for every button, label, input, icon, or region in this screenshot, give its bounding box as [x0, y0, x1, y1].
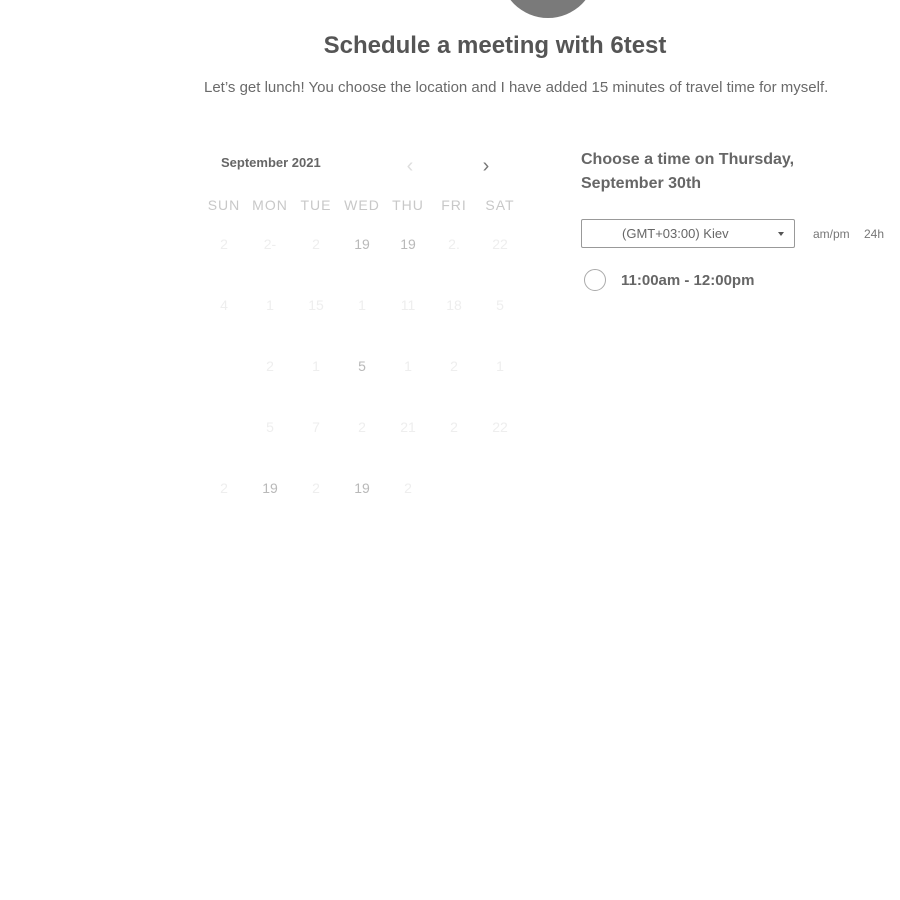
- calendar-day: 5: [496, 296, 504, 313]
- time-heading: Choose a time on Thursday, September 30t…: [581, 151, 795, 192]
- calendar-day: 11: [400, 296, 416, 313]
- page-title: Schedule a meeting with 6test: [323, 32, 667, 59]
- format-24h-toggle[interactable]: 24h: [864, 227, 884, 241]
- calendar-day: 2: [450, 357, 458, 374]
- weekday-label: SAT: [485, 197, 515, 213]
- calendar-day: 2: [220, 235, 228, 252]
- calendar-month-label: September 2021: [221, 155, 321, 170]
- calendar-day[interactable]: 5: [339, 358, 385, 374]
- calendar-weeks: 2 2- 2 19 19 2. 22 4 1 15 1 11 18 5 2 1 5 1 2 1 5 7 2 21 2 22 2 19 2…: [201, 213, 523, 518]
- calendar-weekday-header: SUN MON TUE WED THU FRI SAT: [201, 197, 523, 213]
- calendar-day: 2: [220, 479, 228, 496]
- calendar-day: 2: [312, 479, 320, 496]
- calendar-day: 1: [404, 357, 412, 374]
- caret-down-icon: [778, 232, 784, 236]
- calendar-day[interactable]: 19: [339, 236, 385, 252]
- calendar-day: 2.: [448, 235, 460, 252]
- chevron-right-icon[interactable]: ›: [476, 154, 496, 178]
- calendar-day: 2: [450, 418, 458, 435]
- weekday-label: TUE: [300, 197, 332, 213]
- calendar-day: 2: [312, 235, 320, 252]
- calendar-day: 1: [496, 357, 504, 374]
- calendar-day: 1: [358, 296, 366, 313]
- calendar-day: 15: [308, 296, 324, 313]
- weekday-label: FRI: [441, 197, 467, 213]
- timezone-value: (GMT+03:00) Kiev: [622, 226, 729, 241]
- meeting-description: Let’s get lunch! You choose the location…: [204, 79, 829, 96]
- timezone-select[interactable]: (GMT+03:00) Kiev: [581, 219, 795, 248]
- host-avatar: [500, 0, 596, 18]
- calendar-day: 5: [266, 418, 274, 435]
- calendar-day: 22: [492, 418, 508, 435]
- time-slot-option[interactable]: 11:00am - 12:00pm: [584, 267, 754, 293]
- weekday-label: WED: [344, 197, 380, 213]
- calendar-day: 21: [400, 418, 416, 435]
- calendar-grid: SUN MON TUE WED THU FRI SAT 2 2- 2 19 19 2. 22…: [201, 197, 523, 518]
- weekday-label: THU: [392, 197, 424, 213]
- calendar-day: 2-: [263, 235, 277, 252]
- calendar-day[interactable]: 19: [247, 480, 293, 496]
- time-slot-label: 11:00am - 12:00pm: [621, 271, 755, 289]
- calendar-day: 18: [446, 296, 462, 313]
- calendar-week-row: 5 7 2 21 2 22: [201, 396, 523, 457]
- calendar-day[interactable]: 19: [385, 236, 431, 252]
- scheduler-page: Schedule a meeting with 6test Let’s get …: [0, 0, 900, 900]
- calendar-day: 22: [492, 235, 508, 252]
- calendar-week-row: 2 2- 2 19 19 2. 22: [201, 213, 523, 274]
- calendar-day: 2: [358, 418, 366, 435]
- weekday-label: MON: [252, 197, 288, 213]
- format-ampm-toggle[interactable]: am/pm: [813, 227, 850, 241]
- calendar-day[interactable]: 19: [339, 480, 385, 496]
- calendar-day: 1: [266, 296, 274, 313]
- calendar-day: 4: [220, 296, 228, 313]
- calendar-week-row: 2 19 2 19 2: [201, 457, 523, 518]
- calendar-week-row: 2 1 5 1 2 1: [201, 335, 523, 396]
- calendar-day: 2: [404, 479, 412, 496]
- calendar-week-row: 4 1 15 1 11 18 5: [201, 274, 523, 335]
- calendar-day: 1: [312, 357, 320, 374]
- calendar-day: 7: [312, 418, 320, 435]
- radio-button[interactable]: [584, 269, 606, 291]
- calendar-day: 2: [266, 357, 274, 374]
- chevron-left-icon[interactable]: ‹: [400, 154, 420, 178]
- weekday-label: SUN: [207, 197, 241, 213]
